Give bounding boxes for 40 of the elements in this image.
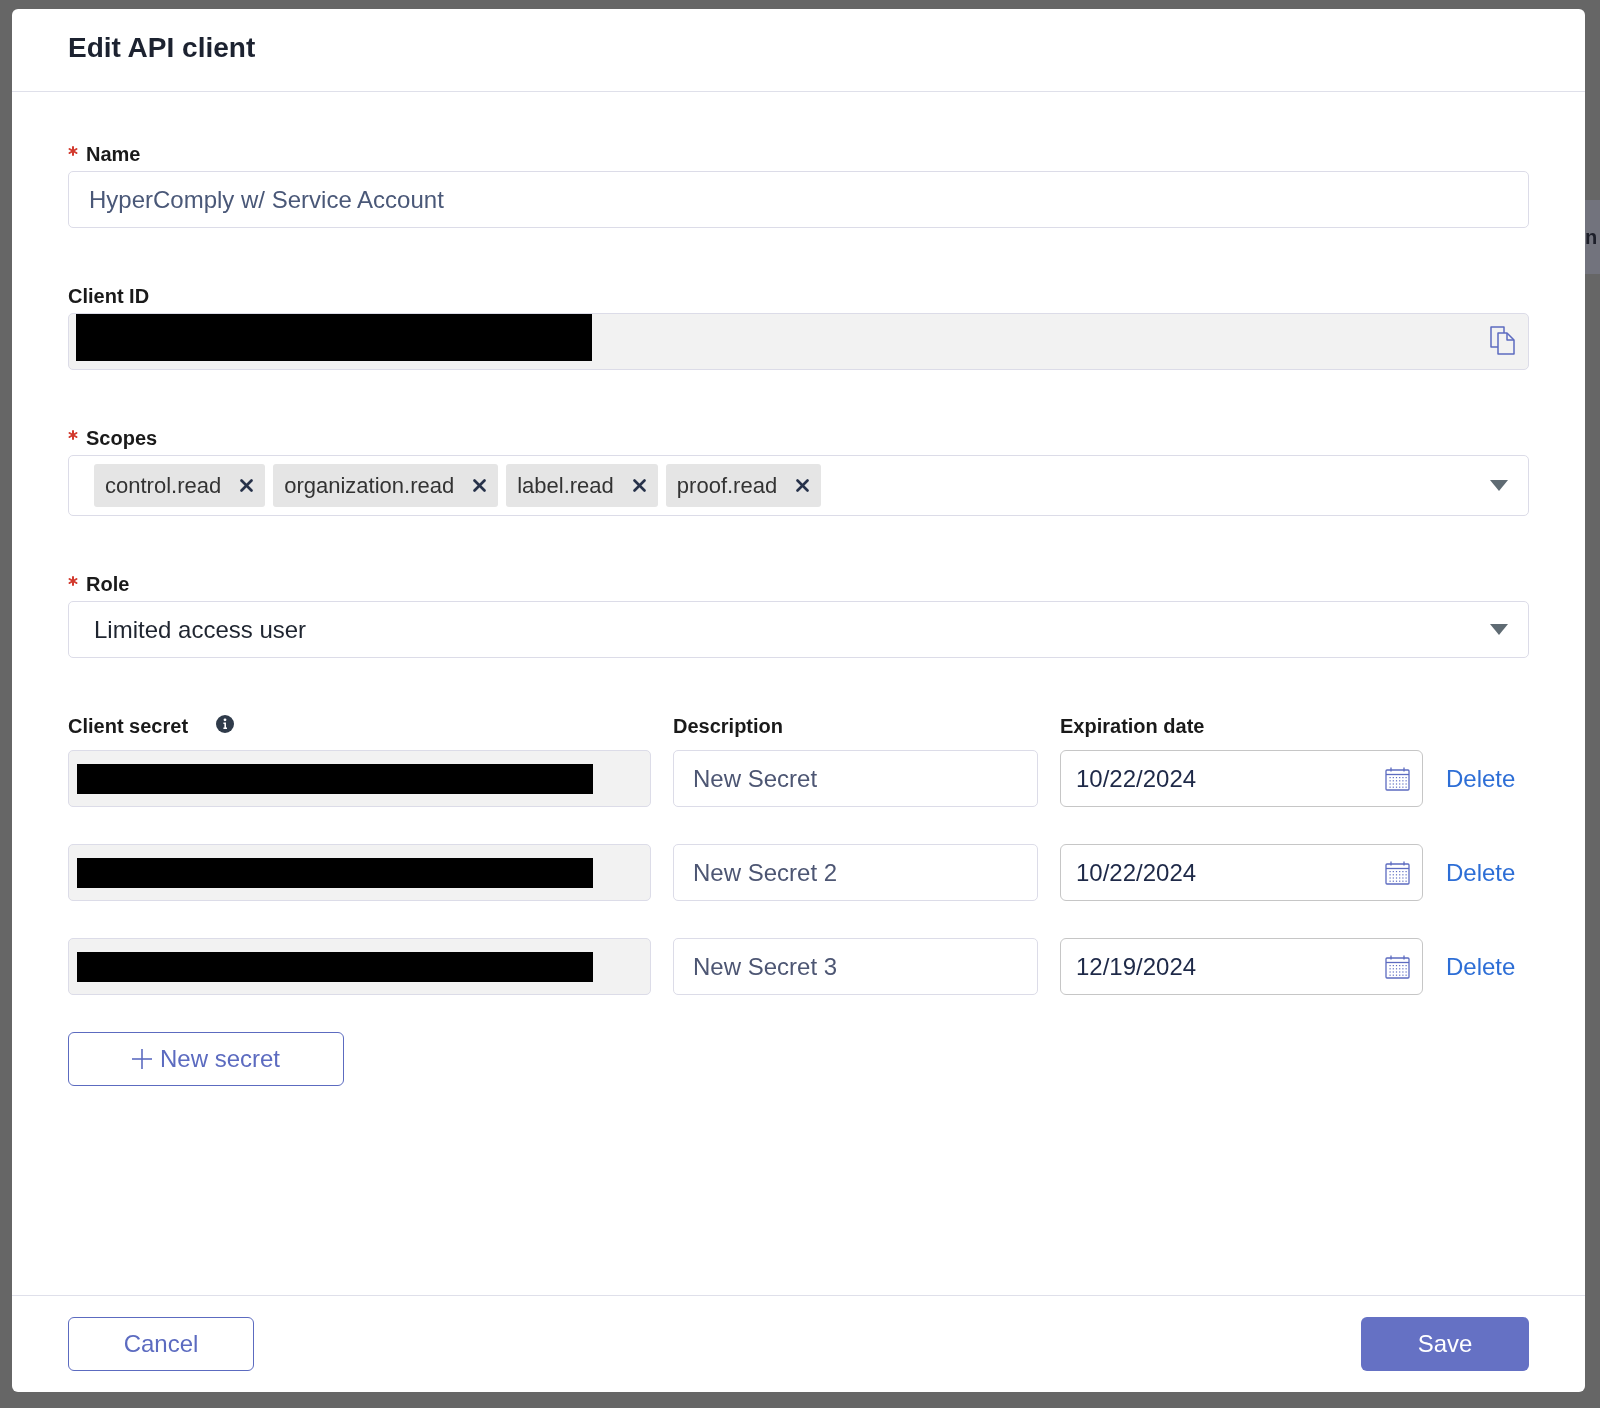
plus-icon — [131, 1049, 152, 1069]
field-label: Name — [86, 142, 141, 167]
description-field[interactable]: New Secret — [673, 750, 1038, 807]
remove-icon[interactable] — [632, 479, 646, 492]
calendar-icon[interactable] — [1385, 860, 1410, 885]
select-field[interactable]: Limited access user — [68, 601, 1529, 658]
scope-tag-label: control.read — [105, 472, 222, 500]
save-button[interactable]: Save — [1361, 1317, 1529, 1371]
scope-tag-label: label.read — [517, 472, 614, 500]
dropdown-caret-icon[interactable] — [1490, 480, 1508, 491]
remove-icon[interactable] — [473, 479, 487, 492]
delete-link[interactable]: Delete — [1446, 854, 1516, 891]
column-label: Client secret — [68, 714, 189, 739]
date-field[interactable]: 10/22/2024 — [1060, 844, 1423, 901]
scope-tag-label: organization.read — [284, 472, 455, 500]
description-field[interactable]: New Secret 2 — [673, 844, 1038, 901]
calendar-icon[interactable] — [1385, 766, 1410, 791]
dropdown-caret-icon[interactable] — [1490, 624, 1508, 635]
text-field[interactable]: HyperComply w/ Service Account — [68, 171, 1529, 228]
field-label: Scopes — [86, 426, 158, 451]
delete-link[interactable]: Delete — [1446, 948, 1516, 985]
field-label: Role — [86, 572, 130, 597]
column-label: Description — [673, 714, 784, 739]
remove-icon[interactable] — [796, 479, 810, 492]
delete-link[interactable]: Delete — [1446, 760, 1516, 797]
scope-tag-label: proof.read — [676, 472, 778, 500]
dialog-title: Edit API client — [68, 31, 256, 65]
cancel-button[interactable]: Cancel — [68, 1317, 254, 1371]
date-field[interactable]: 10/22/2024 — [1060, 750, 1423, 807]
copy-icon[interactable] — [1490, 326, 1515, 355]
info-icon[interactable] — [216, 715, 235, 733]
scopes-field[interactable]: control.read organization.read label.read proof.read — [68, 455, 1529, 516]
date-field[interactable]: 12/19/2024 — [1060, 938, 1423, 995]
field-label: Client ID — [68, 284, 150, 309]
new-secret-button[interactable]: New secret — [68, 1032, 344, 1086]
description-field[interactable]: New Secret 3 — [673, 938, 1038, 995]
column-label: Expiration date — [1060, 714, 1205, 739]
calendar-icon[interactable] — [1385, 954, 1410, 979]
remove-icon[interactable] — [240, 479, 254, 492]
background-text: n — [1585, 227, 1598, 247]
